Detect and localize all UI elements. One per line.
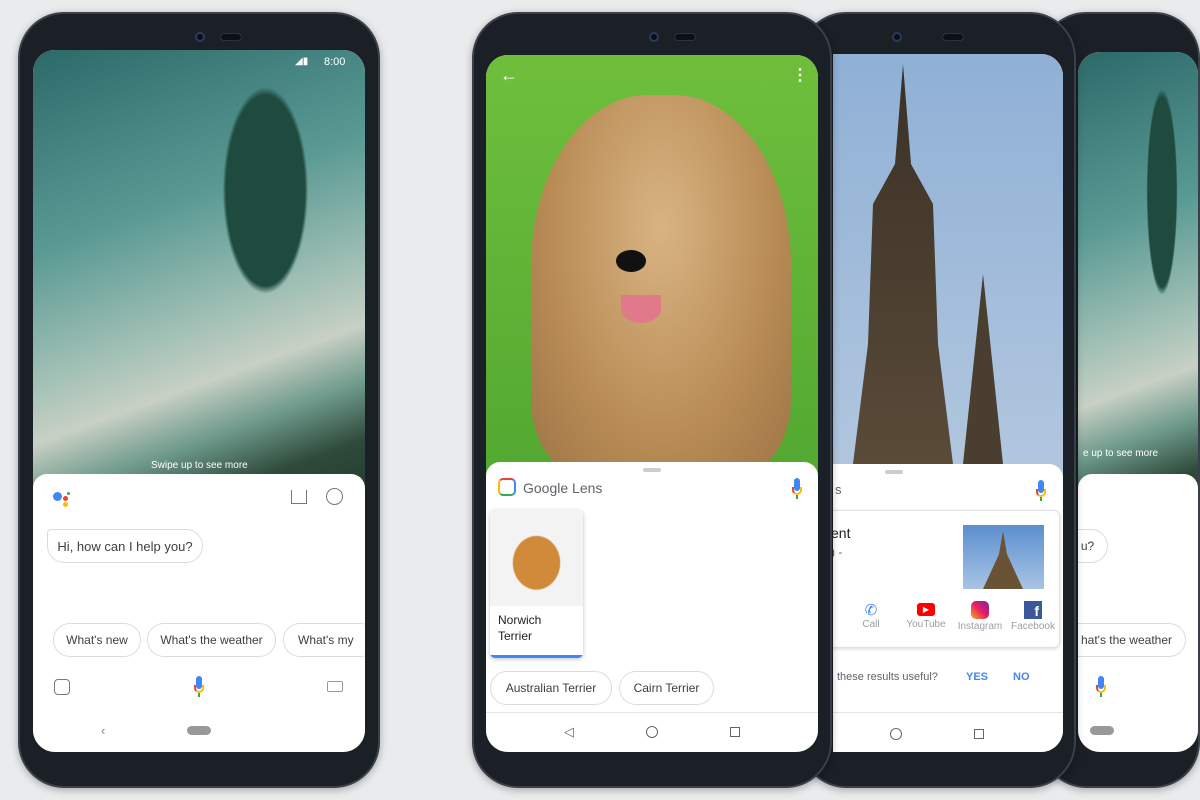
suggestion-whats-the-weather[interactable]: What's the weather [147,623,276,657]
home-button[interactable] [646,726,658,738]
phone-icon: ✆ [864,602,878,619]
lens-sheet: Google Lens Norwich Terrier Australian T… [486,462,818,752]
chip-cairn-terrier[interactable]: Cairn Terrier [619,671,714,705]
action-label: Instagram [957,621,1003,632]
action-facebook[interactable]: f Facebook [1007,601,1059,632]
suggestion-whats-my[interactable]: What's my [283,623,365,657]
monument-thumbnail [963,525,1044,589]
assistant-logo-icon [53,490,73,510]
mic-icon[interactable] [194,676,204,698]
youtube-icon: ▶ [917,603,935,616]
swipe-hint: e up to see more [1083,448,1159,459]
phone-3-screen: s ent ) - ✆Call ▶ YouTube Instagram f Face… [833,54,1063,752]
mic-icon[interactable] [792,478,802,500]
phone-1: 8:00 ◢▮ Swipe up to see more Hi, how can… [18,12,380,788]
phone-2: ← ⋮ Google Lens Norwich Terrier Australi… [472,12,832,788]
home-pill[interactable] [1090,726,1114,735]
home-pill[interactable] [187,726,211,735]
instagram-icon [971,601,989,619]
updates-icon[interactable] [291,490,307,504]
result-card[interactable]: ent ) - ✆Call ▶ YouTube Instagram f Facebo… [833,510,1060,648]
phone-1-screen: 8:00 ◢▮ Swipe up to see more Hi, how can… [33,50,365,752]
card-subtitle: ) - [833,545,843,559]
back-button[interactable]: ◁ [564,724,574,740]
home-button[interactable] [890,728,902,740]
greeting-bubble: Hi, how can I help you? [47,529,203,563]
action-instagram[interactable]: Instagram [953,601,1007,632]
action-call[interactable]: ✆ Call [849,601,893,630]
lens-title: Google Lens [523,480,603,496]
google-lens-icon [498,478,516,496]
action-youtube[interactable]: ▶ YouTube [901,601,951,630]
no-button[interactable]: NO [1013,671,1030,683]
explore-compass-icon[interactable] [326,488,343,505]
yes-button[interactable]: YES [966,671,988,683]
phone-4-screen: e up to see more u? hat's the weather [1078,52,1198,752]
swipe-hint: Swipe up to see more [151,460,248,471]
mic-icon[interactable] [1036,480,1046,502]
signal-battery-icon: ◢▮ [295,56,309,67]
action-label: Call [862,619,880,630]
assistant-sheet: u? hat's the weather [1078,474,1198,752]
back-arrow-icon[interactable]: ← [500,65,518,86]
dog-thumbnail [490,510,583,606]
card-title: ent [833,525,851,541]
chip-australian-terrier[interactable]: Australian Terrier [490,671,612,705]
result-name: Norwich Terrier [498,613,542,643]
suggestion-whats-new[interactable]: What's new [53,623,141,657]
action-label: Facebook [1011,621,1055,632]
lens-sheet: s ent ) - ✆Call ▶ YouTube Instagram f Face… [833,464,1063,752]
action-label: YouTube [906,619,946,630]
assistant-sheet: Hi, how can I help you? What's new What'… [33,474,365,752]
keyboard-icon[interactable] [327,681,343,692]
phone-3: s ent ) - ✆Call ▶ YouTube Instagram f Face… [800,12,1076,788]
more-options-icon[interactable]: ⋮ [792,65,808,85]
recents-button[interactable] [730,727,740,737]
result-card[interactable]: Norwich Terrier [490,510,583,658]
feedback-question: these results useful? [837,671,938,683]
facebook-icon: f [1024,601,1042,619]
status-time: 8:00 [324,56,346,68]
lens-icon[interactable] [54,679,70,695]
phone-2-screen: ← ⋮ Google Lens Norwich Terrier Australi… [486,55,818,752]
lens-title: s [835,482,842,497]
back-button[interactable]: ‹ [101,723,105,738]
mic-icon[interactable] [1096,676,1106,698]
greeting-bubble: u? [1078,529,1108,563]
suggestion-chip[interactable]: hat's the weather [1078,623,1186,657]
recents-button[interactable] [974,729,984,739]
